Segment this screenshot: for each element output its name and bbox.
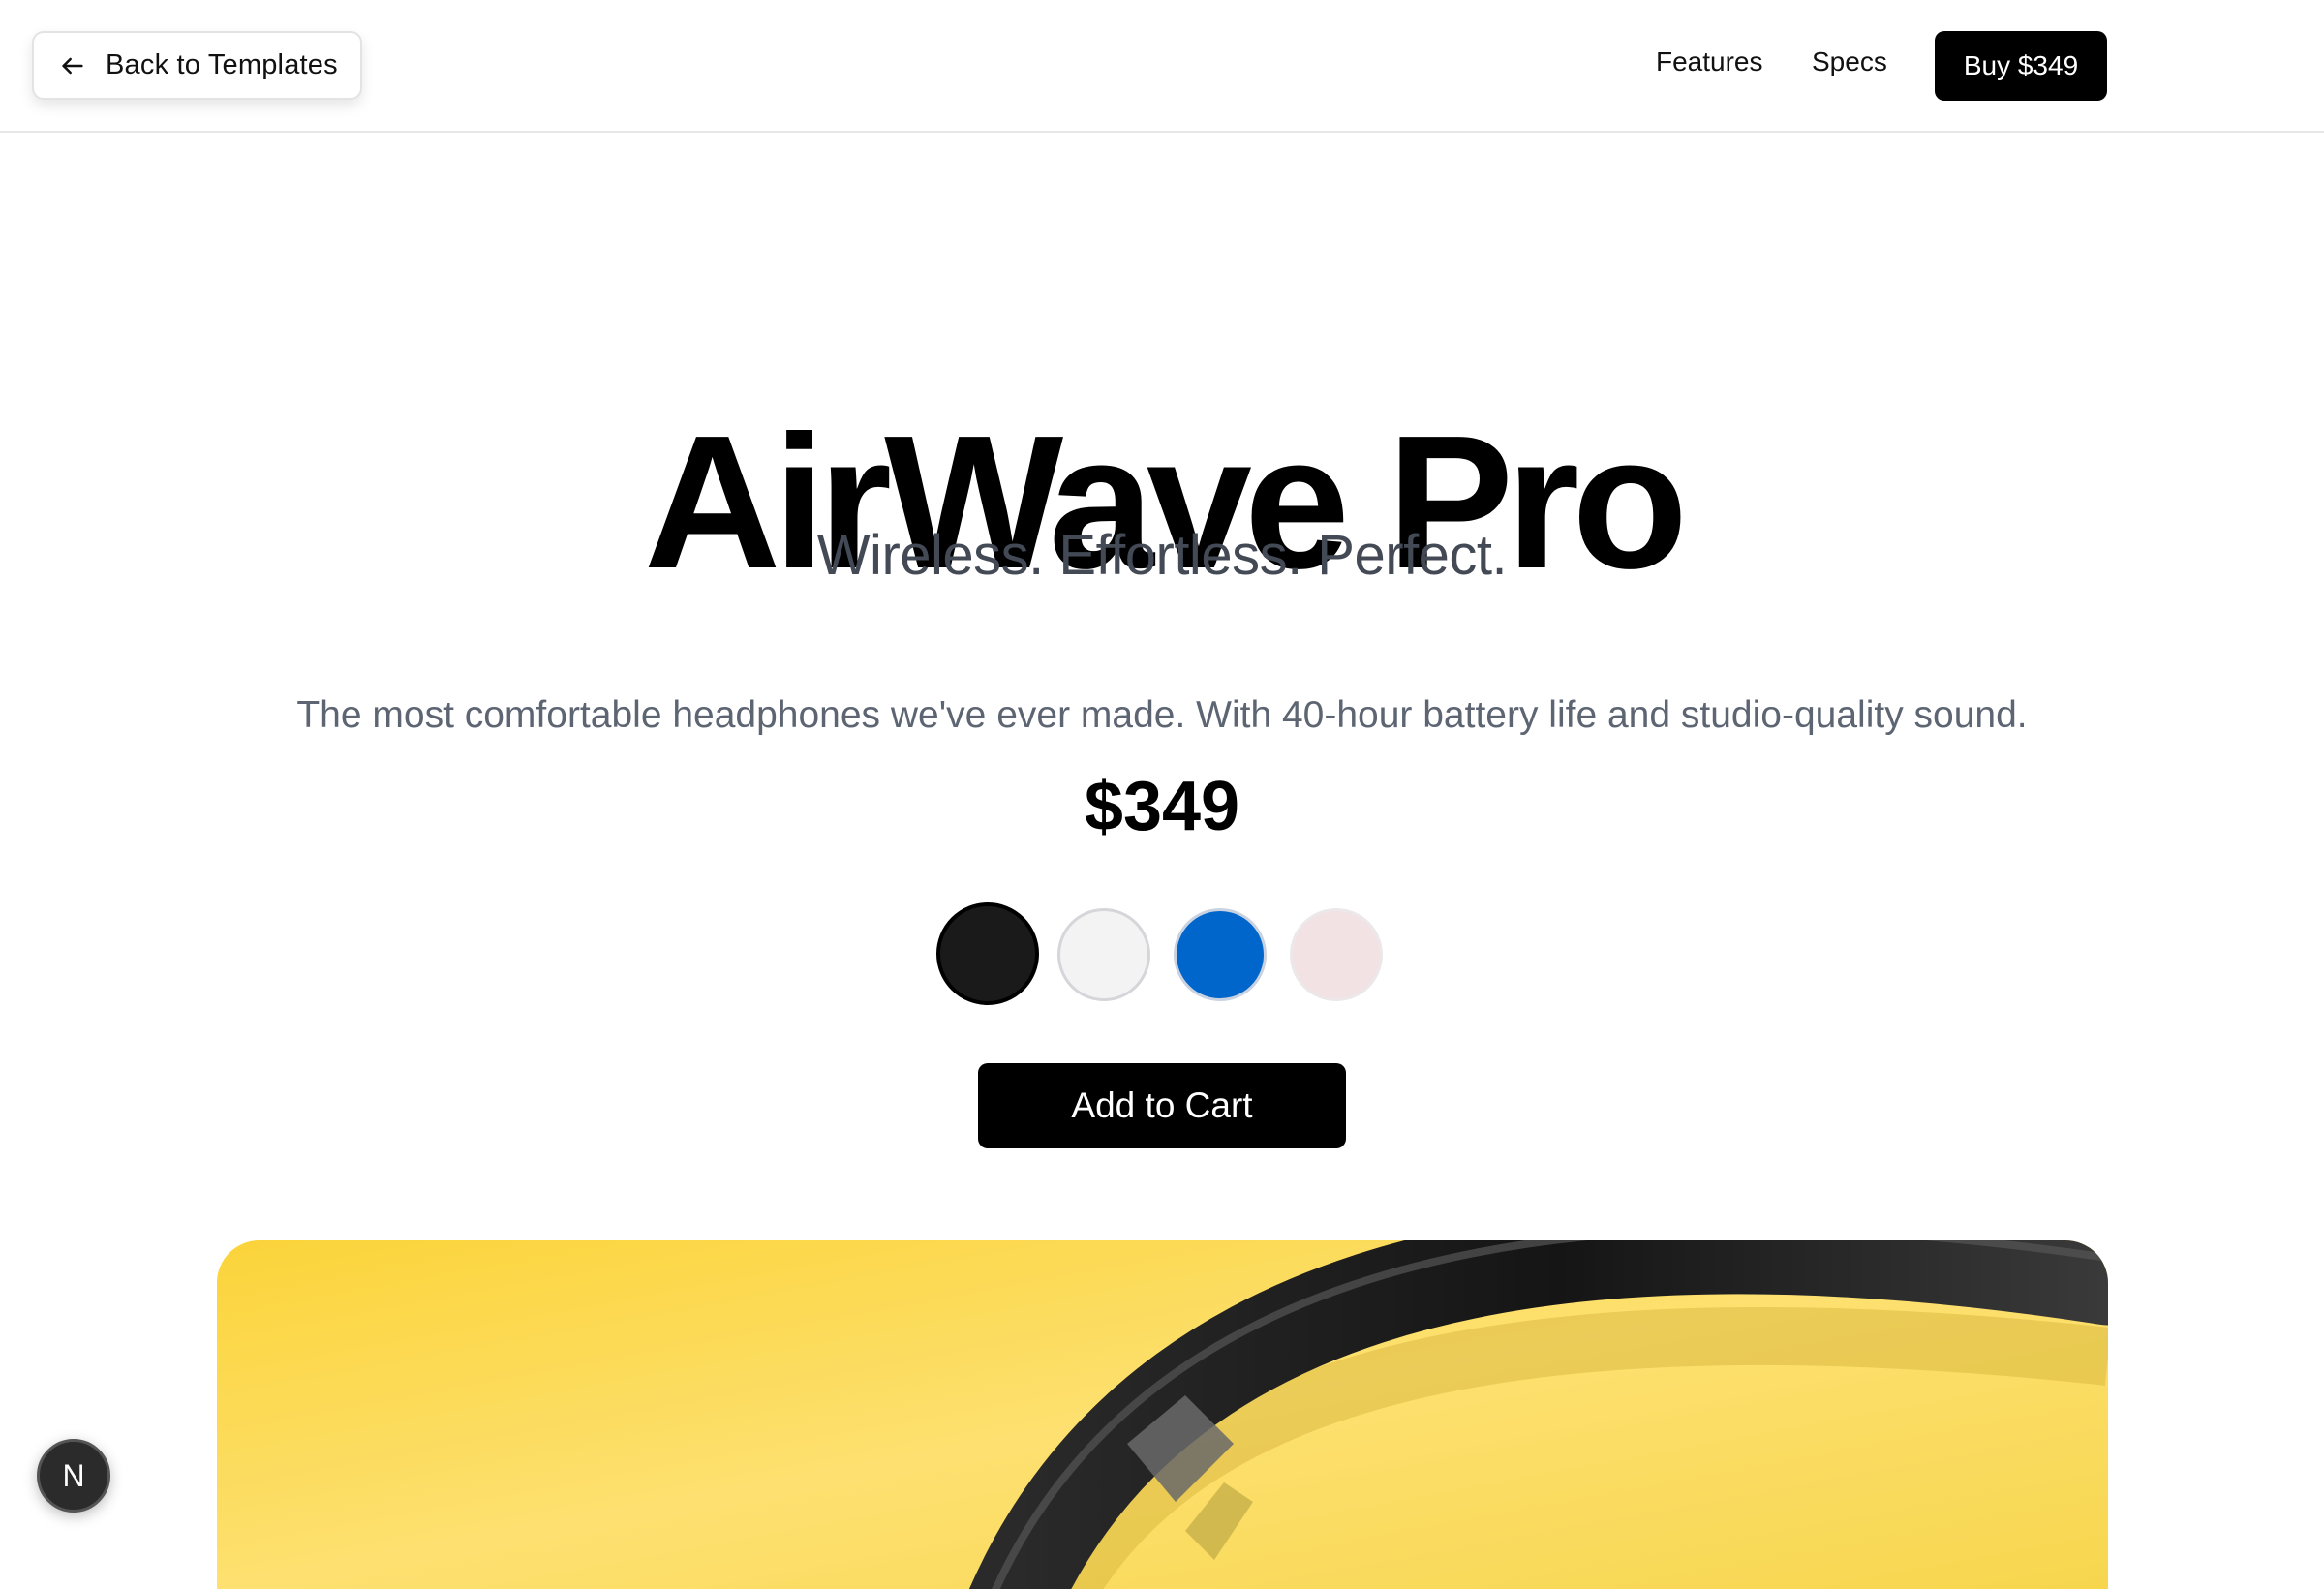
product-description: The most comfortable headphones we've ev…: [296, 694, 2028, 736]
product-tagline: Wireless. Effortless. Perfect.: [816, 524, 1508, 587]
nav-link-specs[interactable]: Specs: [1812, 46, 1887, 77]
buy-button[interactable]: Buy $349: [1935, 31, 2107, 101]
back-to-templates-button[interactable]: Back to Templates: [32, 31, 362, 100]
product-price: $349: [1084, 768, 1240, 845]
arrow-left-icon: [57, 50, 88, 81]
nav-link-features[interactable]: Features: [1656, 46, 1763, 77]
color-swatch-blue[interactable]: [1174, 908, 1267, 1001]
color-selector: [0, 901, 2324, 1007]
product-hero-image: [217, 1240, 2108, 1589]
next-logo-icon: N: [62, 1457, 85, 1493]
back-to-templates-label: Back to Templates: [106, 49, 338, 80]
next-dev-indicator[interactable]: N: [37, 1439, 110, 1513]
add-to-cart-button[interactable]: Add to Cart: [978, 1063, 1346, 1148]
color-swatch-white[interactable]: [1057, 908, 1150, 1001]
color-swatch-pink[interactable]: [1290, 908, 1383, 1001]
color-swatch-black[interactable]: [936, 902, 1039, 1005]
top-navigation-bar: Back to Templates Features Specs Buy $34…: [0, 0, 2324, 133]
